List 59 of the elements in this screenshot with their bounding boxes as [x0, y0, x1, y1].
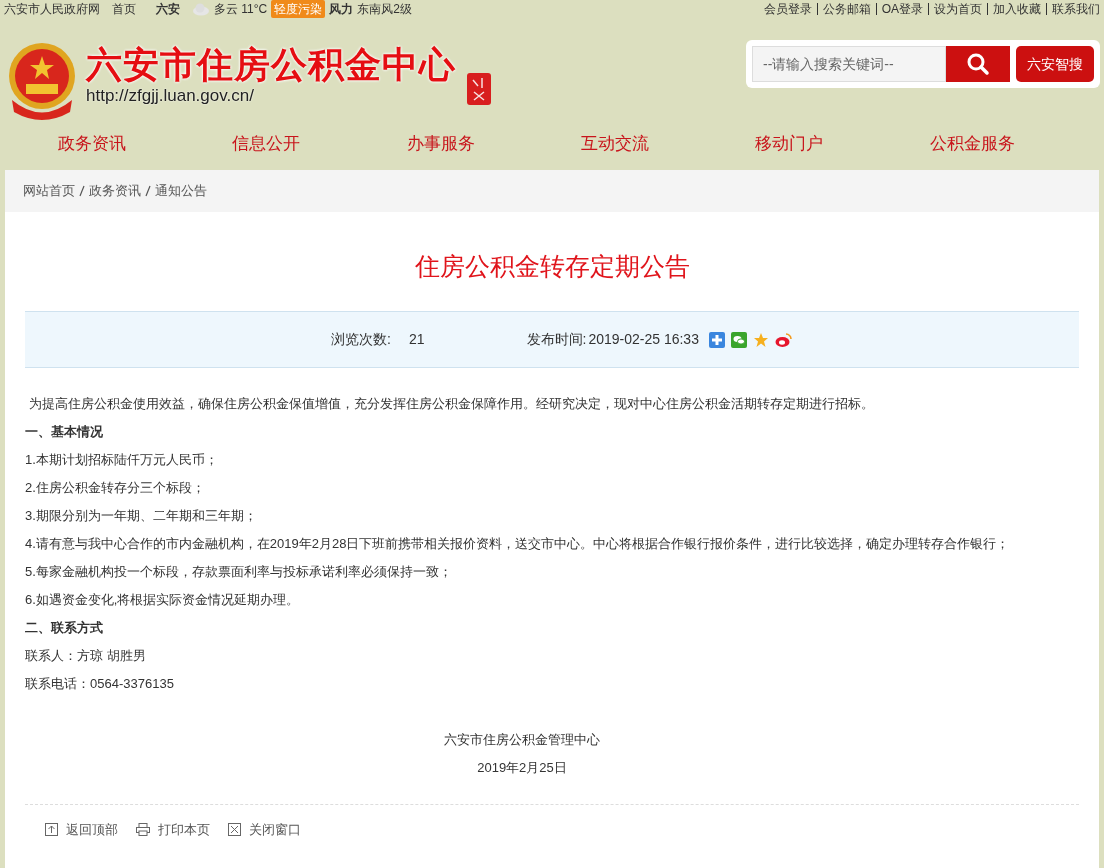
footer-link[interactable]: 打印本页: [158, 820, 210, 840]
nav-item[interactable]: 政务资讯: [58, 131, 233, 157]
cloud-icon: [192, 2, 210, 16]
nav-item[interactable]: 信息公开: [232, 131, 407, 157]
paragraph: 为提高住房公积金使用效益，确保住房公积金保值增值，充分发挥住房公积金保障作用。经研究决定，现对中心住房公积金活期转存定期进行招标。: [27, 395, 875, 413]
signature-org: 六安市住房公积金管理中心: [444, 731, 600, 749]
printer-icon: [136, 823, 150, 837]
paragraph: 4.请有意与我中心合作的市内金融机构，在2019年2月28日下班前携带相关报价资料，送交市中心。中心将根据合作银行报价条件，进行比较选择，确定办理转存合作银行；: [25, 535, 1011, 553]
breadcrumb-link[interactable]: 通知公告: [155, 181, 207, 201]
nav-item[interactable]: 互动交流: [581, 131, 756, 157]
top-link[interactable]: 六安市人民政府网: [4, 0, 100, 18]
section-heading: 一、基本情况: [25, 423, 104, 441]
top-link[interactable]: OA登录: [881, 0, 923, 18]
paragraph: 联系电话：0564-3376135: [25, 675, 175, 693]
signature-date: 2019年2月25日: [477, 759, 567, 777]
seal-icon: [466, 72, 492, 106]
air-quality-badge: 轻度污染: [271, 0, 326, 18]
weather-condition: 多云 11°C: [214, 1, 268, 18]
paragraph: 1.本期计划招标陆仟万元人民币；: [25, 451, 219, 469]
slash-separator-icon: [79, 185, 85, 197]
top-link[interactable]: 联系我们: [1052, 0, 1100, 18]
star-icon[interactable]: [752, 331, 769, 348]
footer-link[interactable]: 返回顶部: [66, 820, 118, 840]
paragraph: 6.如遇资金变化,将根据实际资金情况延期办理。: [25, 591, 301, 609]
top-link[interactable]: 会员登录: [763, 0, 812, 18]
nav-item[interactable]: 办事服务: [406, 131, 581, 157]
breadcrumb-link[interactable]: 政务资讯: [89, 181, 141, 201]
views-label: 浏览次数:: [331, 330, 391, 349]
paragraph: 5.每家金融机构投一个标段，存款票面利率与投标承诺利率必须保持一致；: [25, 563, 453, 581]
views-count: 21: [408, 330, 425, 349]
site-url: http://zfgjj.luan.gov.cn/: [86, 86, 255, 106]
site-title: 六安市住房公积金中心: [86, 44, 456, 86]
breadcrumb-link[interactable]: 网站首页: [23, 181, 75, 201]
top-link[interactable]: 首页: [112, 0, 136, 18]
top-link[interactable]: 公务邮箱: [822, 0, 871, 18]
footer-link[interactable]: 关闭窗口: [249, 820, 301, 840]
wind-label: 风力: [329, 1, 354, 18]
paragraph: 联系人：方琼 胡胜男: [25, 647, 147, 665]
nav-item[interactable]: 移动门户: [755, 131, 930, 157]
chat-bubbles-icon[interactable]: [730, 331, 747, 348]
arrow-up-icon: [45, 823, 58, 837]
slash-separator-icon: [145, 185, 151, 197]
weather-city: 六安: [156, 1, 180, 18]
article-title: 住房公积金转存定期公告: [413, 251, 691, 282]
published-time: 2019-02-25 16:33: [588, 330, 699, 349]
paragraph: 3.期限分别为一年期、二年期和三年期；: [25, 507, 258, 525]
nav-item[interactable]: 公积金服务: [929, 131, 1104, 157]
wind-value: 东南风2级: [357, 1, 412, 18]
search-icon: [966, 52, 990, 76]
published-label: 发布时间:: [526, 330, 587, 349]
search-field[interactable]: --请输入搜索关键词--: [752, 46, 946, 82]
paragraph: 2.住房公积金转存分三个标段；: [25, 479, 206, 497]
search-button[interactable]: [946, 46, 1010, 82]
top-link[interactable]: 加入收藏: [993, 0, 1041, 18]
close-icon: [228, 823, 241, 837]
smart-search-button[interactable]: 六安智搜: [1016, 46, 1094, 82]
top-link[interactable]: 设为首页: [934, 0, 982, 18]
share-plus-icon[interactable]: [708, 331, 725, 348]
section-heading: 二、联系方式: [25, 619, 104, 637]
